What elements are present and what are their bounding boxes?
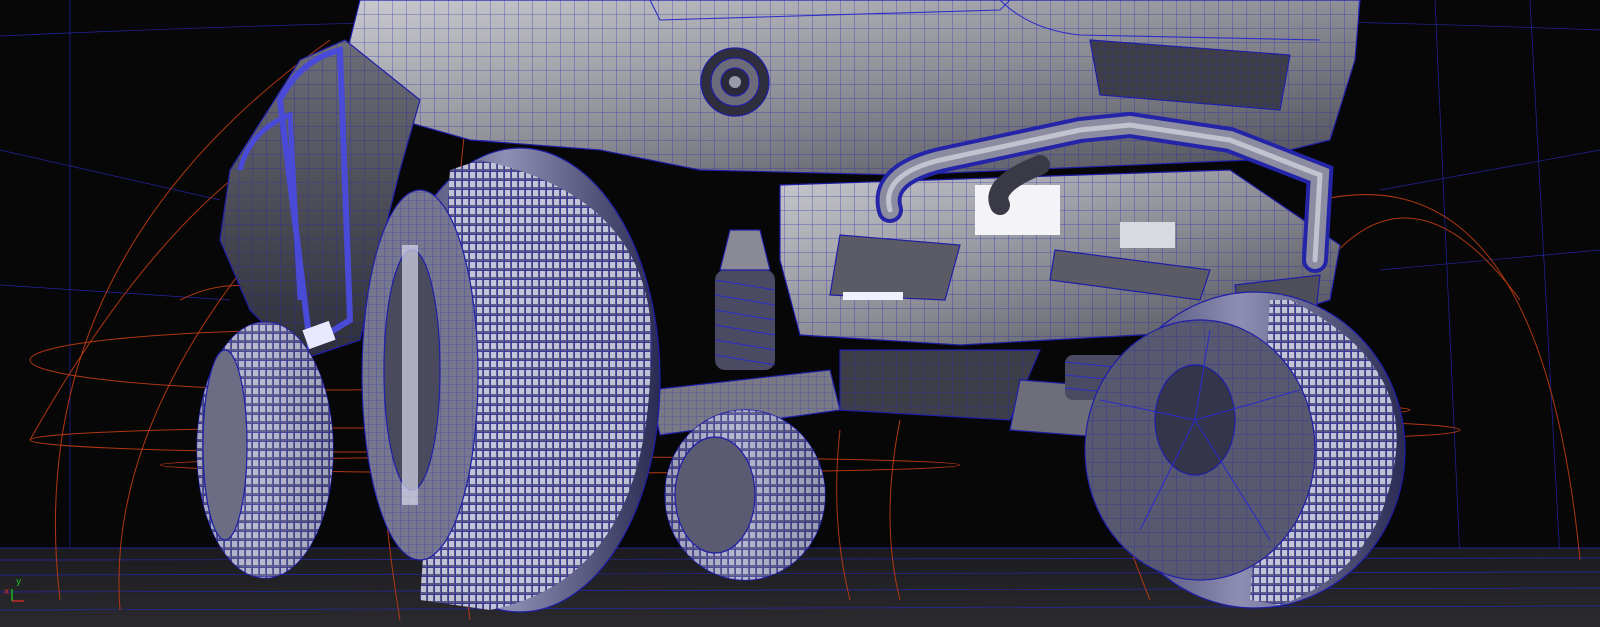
3d-viewport[interactable]: y x (0, 0, 1600, 627)
fuel-cap (700, 47, 770, 117)
skid-plate (839, 349, 1041, 421)
axis-y-label: y (16, 577, 22, 587)
tire-rear-left (196, 321, 334, 579)
scene-render[interactable] (0, 0, 1600, 627)
coil-spring-left (714, 229, 776, 370)
tire-front-left (361, 147, 661, 613)
tire-rear-center (664, 409, 826, 581)
axis-x-label: x (4, 587, 10, 597)
